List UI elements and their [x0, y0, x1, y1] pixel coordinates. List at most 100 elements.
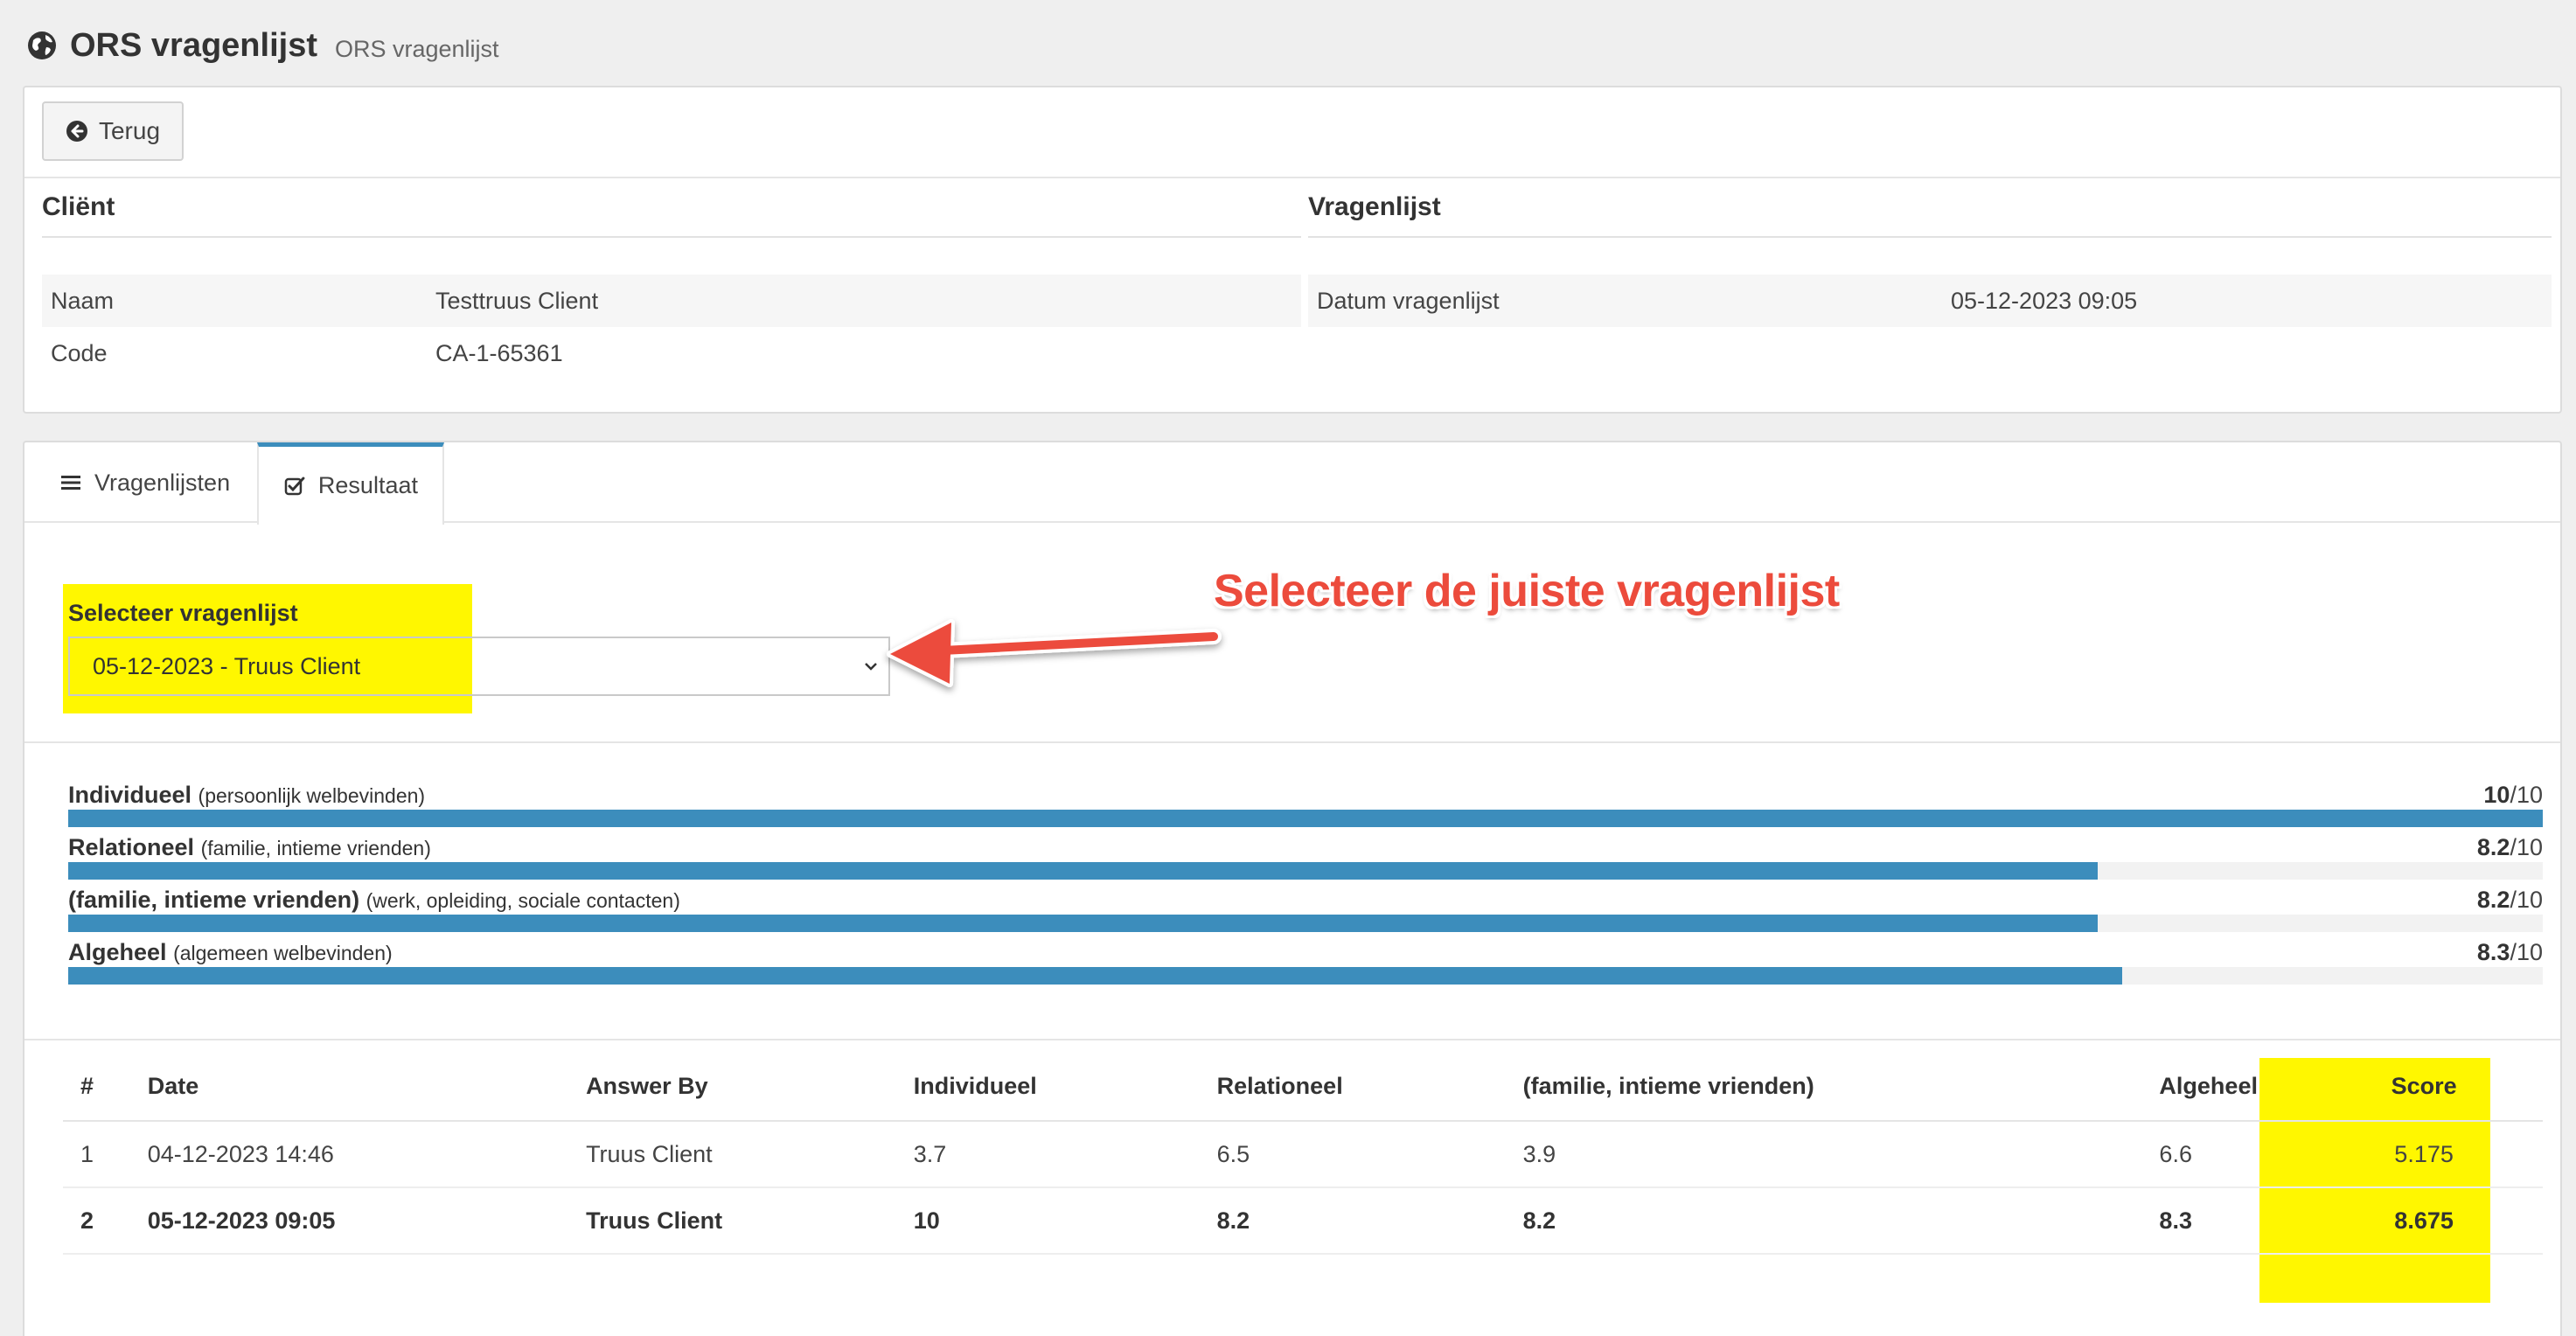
score-bar-title: (familie, intieme vrienden): [68, 887, 360, 913]
progress-track: [68, 915, 2543, 932]
score-bar-subtitle: (algemeen welbevinden): [173, 942, 393, 964]
annotation-arrow-icon: [887, 619, 1222, 687]
score-bar-value: 8.2/10: [2477, 887, 2543, 913]
score-value: 8.3: [2476, 939, 2510, 965]
cell-individueel: 10: [913, 1187, 1217, 1255]
table-row[interactable]: 1 04-12-2023 14:46 Truus Client 3.7 6.5 …: [63, 1121, 2543, 1188]
cell-individueel: 3.7: [913, 1121, 1217, 1188]
tab-bar: Vragenlijsten Resultaat: [24, 442, 2560, 525]
divider: [24, 741, 2560, 743]
annotation-text: Selecteer de juiste vragenlijst: [1214, 566, 1840, 616]
score-max: /10: [2510, 939, 2543, 965]
globe-icon: [28, 31, 56, 59]
info-value: Testtruus Client: [435, 287, 599, 314]
results-table: # Date Answer By Individueel Relationeel…: [63, 1053, 2543, 1255]
score-bar-value: 8.3/10: [2477, 939, 2543, 965]
tab-resultaat[interactable]: Resultaat: [257, 442, 444, 525]
cell-number: 2: [63, 1187, 148, 1255]
progress-fill: [68, 810, 2543, 827]
client-heading: Cliënt: [42, 192, 1301, 238]
progress-track: [68, 862, 2543, 880]
info-label: Datum vragenlijst: [1317, 287, 1500, 314]
cell-algeheel: 6.6: [2159, 1121, 2306, 1188]
info-value: 05-12-2023 09:05: [1951, 287, 2138, 314]
score-bar-title: Relationeel: [68, 834, 195, 860]
score-bar-title: Algeheel: [68, 939, 167, 965]
check-square-icon: [284, 477, 305, 495]
cell-score: 5.175: [2305, 1121, 2543, 1188]
questionnaire-section: Vragenlijst Datum vragenlijst 05-12-2023…: [1308, 192, 2552, 327]
score-bar-label: (familie, intieme vrienden) (werk, oplei…: [68, 887, 2543, 913]
progress-fill: [68, 967, 2122, 985]
column-header-relationeel: Relationeel: [1216, 1053, 1523, 1122]
score-bar-group: (familie, intieme vrienden) (werk, oplei…: [68, 887, 2543, 939]
client-code-row: Code CA-1-65361: [42, 327, 1301, 379]
progress-track: [68, 967, 2543, 985]
column-header-algeheel: Algeheel: [2159, 1053, 2306, 1122]
score-value: 8.2: [2476, 834, 2510, 860]
info-value: CA-1-65361: [435, 339, 563, 366]
back-button[interactable]: Terug: [42, 101, 184, 161]
column-header-date: Date: [147, 1053, 587, 1122]
chevron-down-icon: [865, 663, 877, 671]
tab-label: Vragenlijsten: [94, 469, 231, 496]
score-bars: Individueel (persoonlijk welbevinden) 10/…: [68, 782, 2543, 992]
score-bar-group: Relationeel (familie, intieme vrienden) 8…: [68, 834, 2543, 887]
score-value: 10: [2483, 782, 2510, 808]
results-panel: Vragenlijsten Resultaat Selecteer vragen…: [23, 441, 2562, 1336]
tab-label: Resultaat: [317, 472, 418, 498]
cell-relationeel: 6.5: [1216, 1121, 1523, 1188]
cell-answer-by: Truus Client: [586, 1187, 914, 1255]
score-max: /10: [2510, 834, 2543, 860]
cell-familie: 3.9: [1522, 1121, 2160, 1188]
table-row[interactable]: 2 05-12-2023 09:05 Truus Client 10 8.2 8…: [63, 1187, 2543, 1255]
score-bar-title: Individueel: [68, 782, 192, 808]
back-button-label: Terug: [98, 117, 161, 144]
score-bar-group: Algeheel (algemeen welbevinden) 8.3/10: [68, 939, 2543, 992]
page-title: ORS vragenlijst: [70, 26, 317, 64]
score-bar-subtitle: (familie, intieme vrienden): [200, 837, 431, 859]
column-header-score: Score: [2305, 1053, 2543, 1122]
divider: [24, 1039, 2560, 1040]
questionnaire-date-row: Datum vragenlijst 05-12-2023 09:05: [1308, 275, 2552, 327]
table-header-row: # Date Answer By Individueel Relationeel…: [63, 1053, 2543, 1122]
toolbar: Terug: [24, 87, 2560, 178]
cell-score: 8.675: [2305, 1187, 2543, 1255]
progress-track: [68, 810, 2543, 827]
cell-answer-by: Truus Client: [586, 1121, 914, 1188]
cell-number: 1: [63, 1121, 148, 1188]
cell-date: 05-12-2023 09:05: [147, 1187, 587, 1255]
select-label: Selecteer vragenlijst: [68, 600, 298, 626]
client-name-row: Naam Testtruus Client: [42, 275, 1301, 327]
score-bar-label: Relationeel (familie, intieme vrienden): [68, 834, 2543, 860]
cell-date: 04-12-2023 14:46: [147, 1121, 587, 1188]
select-value: 05-12-2023 - Truus Client: [93, 652, 361, 679]
list-icon: [61, 476, 80, 490]
client-info-panel: Terug Cliënt Naam Testtruus Client Code …: [23, 86, 2562, 414]
score-bar-value: 8.2/10: [2477, 834, 2543, 860]
cell-relationeel: 8.2: [1216, 1187, 1523, 1255]
column-header-familie: (familie, intieme vrienden): [1522, 1053, 2160, 1122]
score-bar-subtitle: (werk, opleiding, sociale contacten): [366, 889, 680, 912]
info-label: Code: [51, 339, 108, 366]
score-bar-label: Algeheel (algemeen welbevinden): [68, 939, 2543, 965]
progress-fill: [68, 862, 2098, 880]
client-section: Cliënt Naam Testtruus Client Code CA-1-6…: [42, 192, 1301, 379]
score-max: /10: [2510, 782, 2543, 808]
column-header-answer-by: Answer By: [586, 1053, 914, 1122]
tab-vragenlijsten[interactable]: Vragenlijsten: [35, 442, 254, 523]
score-max: /10: [2510, 887, 2543, 913]
arrow-left-circle-icon: [66, 121, 87, 142]
score-bar-group: Individueel (persoonlijk welbevinden) 10/…: [68, 782, 2543, 834]
info-label: Naam: [51, 287, 115, 314]
column-header-number: #: [63, 1053, 148, 1122]
column-header-individueel: Individueel: [913, 1053, 1217, 1122]
page-subtitle: ORS vragenlijst: [334, 35, 499, 62]
score-bar-label: Individueel (persoonlijk welbevinden): [68, 782, 2543, 808]
score-bar-value: 10/10: [2483, 782, 2543, 808]
questionnaire-select[interactable]: 05-12-2023 - Truus Client: [68, 637, 890, 696]
cell-algeheel: 8.3: [2159, 1187, 2306, 1255]
questionnaire-heading: Vragenlijst: [1308, 192, 2552, 238]
cell-familie: 8.2: [1522, 1187, 2160, 1255]
score-value: 8.2: [2476, 887, 2510, 913]
